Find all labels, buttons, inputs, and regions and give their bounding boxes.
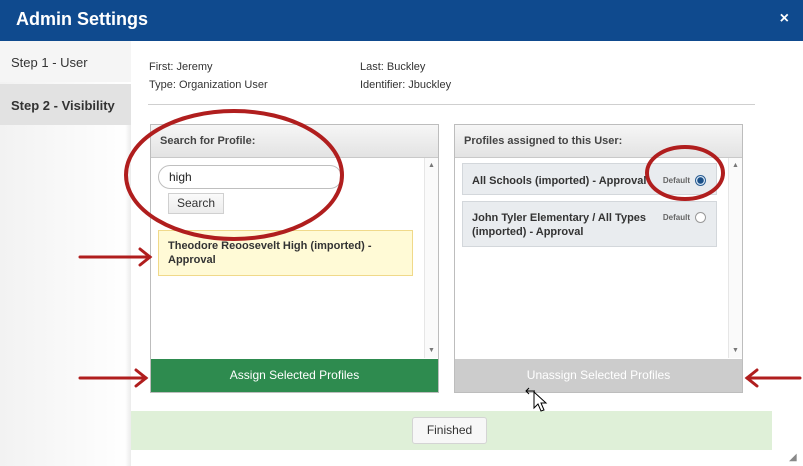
user-last-name: Last: Buckley — [360, 61, 426, 73]
dialog-footer: Finished — [131, 411, 772, 450]
title-bar: Admin Settings × — [0, 0, 803, 41]
close-icon[interactable]: × — [780, 10, 789, 28]
search-button[interactable]: Search — [168, 193, 224, 214]
finished-button[interactable]: Finished — [412, 417, 487, 444]
profile-search-input[interactable] — [158, 165, 342, 189]
assigned-panel-header: Profiles assigned to this User: — [455, 125, 742, 158]
sidebar: Step 1 - User Step 2 - Visibility — [0, 41, 131, 466]
assigned-profile-item[interactable]: John Tyler Elementary / All Types (impor… — [462, 201, 717, 247]
user-identifier: Identifier: Jbuckley — [360, 79, 452, 91]
user-first-name: First: Jeremy — [149, 61, 213, 73]
profile-name: John Tyler Elementary / All Types (impor… — [472, 212, 647, 238]
scroll-up-icon[interactable]: ▲ — [428, 162, 435, 169]
scroll-down-icon[interactable]: ▼ — [428, 347, 435, 354]
assigned-profile-item[interactable]: All Schools (imported) - Approval Defaul… — [462, 163, 717, 195]
unassign-selected-profiles-button[interactable]: Unassign Selected Profiles — [455, 359, 742, 392]
search-result-item[interactable]: Theodore Reoosevelt High (imported) - Ap… — [158, 230, 413, 276]
default-label: Default — [662, 176, 690, 185]
resize-grip-icon[interactable]: ◢ — [789, 452, 799, 463]
assign-selected-profiles-button[interactable]: Assign Selected Profiles — [151, 359, 438, 392]
search-profile-panel: Search for Profile: Search Theodore Reoo… — [150, 124, 439, 393]
search-panel-header: Search for Profile: — [151, 125, 438, 158]
scroll-up-icon[interactable]: ▲ — [732, 162, 739, 169]
search-results-scrollbar[interactable]: ▲ ▼ — [424, 158, 438, 358]
assigned-profiles-panel: Profiles assigned to this User: All Scho… — [454, 124, 743, 393]
assigned-profiles-scrollbar[interactable]: ▲ ▼ — [728, 158, 742, 358]
arrow-icon — [744, 368, 802, 388]
default-radio[interactable] — [695, 175, 706, 186]
sidebar-step-user[interactable]: Step 1 - User — [0, 41, 131, 82]
divider — [148, 104, 755, 105]
default-label: Default — [662, 213, 690, 222]
dialog-title: Admin Settings — [16, 9, 149, 29]
profile-name: All Schools (imported) - Approval — [472, 175, 647, 187]
user-type: Type: Organization User — [149, 79, 268, 91]
default-radio[interactable] — [695, 212, 706, 223]
scroll-down-icon[interactable]: ▼ — [732, 347, 739, 354]
sidebar-step-visibility[interactable]: Step 2 - Visibility — [0, 84, 131, 125]
